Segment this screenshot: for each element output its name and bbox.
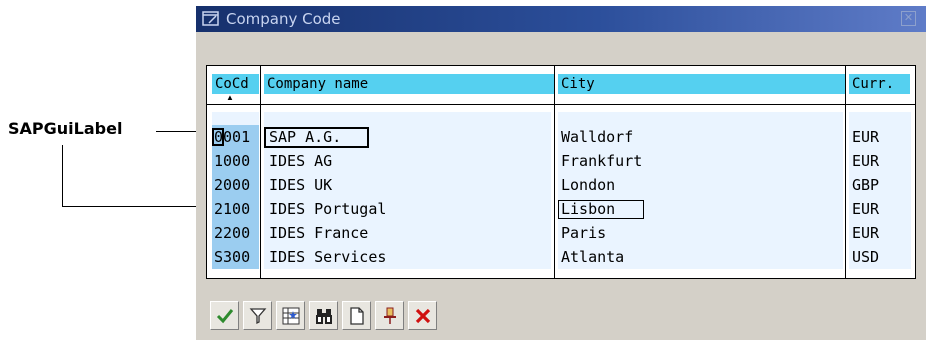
company-code-cell[interactable]: 2100	[212, 197, 259, 221]
company-code-cell[interactable]: S300	[212, 245, 259, 269]
column-header-cocd[interactable]: CoCd	[212, 74, 259, 94]
currency-cell[interactable]: USD	[849, 245, 911, 269]
company-name-cell[interactable]: IDES Services	[264, 245, 551, 269]
dialog-title: Company Code	[226, 10, 341, 28]
focused-cell-outline	[212, 128, 224, 146]
company-code-table: CoCd Company name City Curr. ▲ 0001 SAP …	[206, 65, 916, 279]
close-icon[interactable]: ✕	[901, 11, 916, 26]
city-cell[interactable]: Walldorf	[558, 125, 843, 149]
company-name-cell[interactable]: IDES AG	[264, 149, 551, 173]
company-name-cell[interactable]: IDES UK	[264, 173, 551, 197]
column-header-currency[interactable]: Curr.	[849, 74, 910, 94]
annotation-label: SAPGuiLabel	[8, 119, 123, 138]
column-header-company-name[interactable]: Company name	[264, 74, 554, 94]
binoculars-icon	[316, 309, 332, 324]
currency-cell[interactable]: EUR	[849, 221, 911, 245]
company-name-cell[interactable]: IDES Portugal	[264, 197, 551, 221]
currency-cell[interactable]: EUR	[849, 149, 911, 173]
city-cell[interactable]: Paris	[558, 221, 843, 245]
selected-label-outline	[264, 127, 369, 148]
table-row[interactable]: 2000 IDES UK London GBP	[207, 173, 915, 197]
sort-button[interactable]	[276, 301, 305, 330]
company-name-cell[interactable]: IDES France	[264, 221, 551, 245]
pin-button[interactable]	[375, 301, 404, 330]
new-document-icon	[350, 307, 364, 325]
filter-button[interactable]	[243, 301, 272, 330]
currency-cell[interactable]: GBP	[849, 173, 911, 197]
new-entry-button[interactable]	[342, 301, 371, 330]
header-separator	[207, 104, 915, 105]
checkmark-icon	[216, 309, 234, 324]
currency-cell[interactable]: EUR	[849, 197, 911, 221]
city-cell[interactable]: Frankfurt	[558, 149, 843, 173]
company-code-cell[interactable]: 2000	[212, 173, 259, 197]
city-cell[interactable]: Atlanta	[558, 245, 843, 269]
dialog-titlebar[interactable]: Company Code ✕	[196, 6, 926, 32]
callout-line-left	[62, 145, 63, 207]
currency-cell[interactable]: EUR	[849, 125, 911, 149]
table-row[interactable]: 2100 IDES Portugal Lisbon EUR	[207, 197, 915, 221]
confirm-button[interactable]	[210, 301, 239, 330]
dialog-window-icon	[202, 11, 219, 26]
company-code-cell[interactable]: 2200	[212, 221, 259, 245]
company-code-cell[interactable]: 1000	[212, 149, 259, 173]
find-button[interactable]	[309, 301, 338, 330]
city-cell[interactable]: London	[558, 173, 843, 197]
column-header-city[interactable]: City	[558, 74, 845, 94]
sort-indicator-icon: ▲	[226, 93, 234, 102]
filter-icon	[249, 308, 267, 325]
table-row[interactable]: 1000 IDES AG Frankfurt EUR	[207, 149, 915, 173]
pushpin-icon	[384, 307, 396, 324]
company-code-dialog: Company Code ✕ CoCd Company name City Cu…	[196, 6, 926, 340]
table-row[interactable]: 0001 SAP A.G. Walldorf EUR	[207, 125, 915, 149]
table-row[interactable]: S300 IDES Services Atlanta USD	[207, 245, 915, 269]
sort-icon	[282, 307, 300, 325]
table-spacer-row	[207, 112, 915, 125]
cancel-icon	[415, 308, 431, 324]
selected-label-outline	[558, 200, 644, 219]
cancel-button[interactable]	[408, 301, 437, 330]
table-row[interactable]: 2200 IDES France Paris EUR	[207, 221, 915, 245]
